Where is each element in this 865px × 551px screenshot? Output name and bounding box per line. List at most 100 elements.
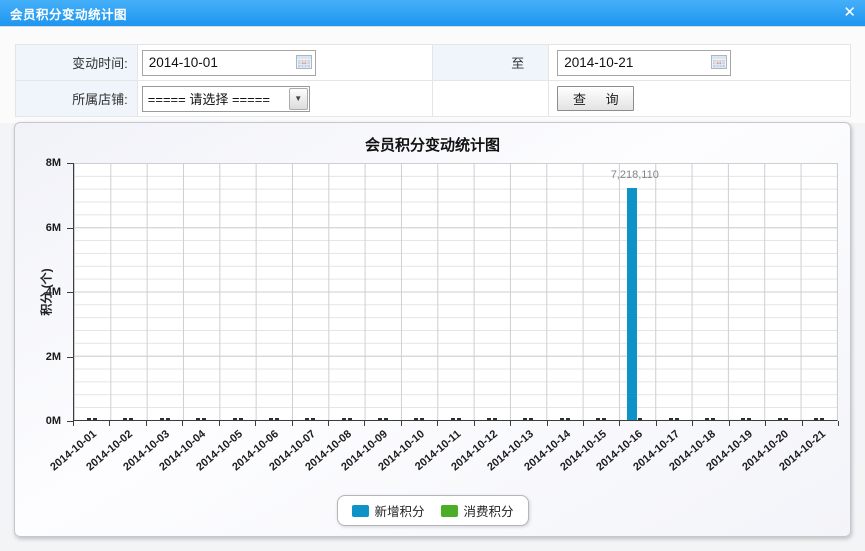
x-tick-mark <box>510 421 511 426</box>
y-tick-mark <box>67 228 73 229</box>
zero-bar-新增积分 <box>160 418 164 420</box>
date-to-value: 2014-10-21 <box>564 55 633 70</box>
zero-bar-新增积分 <box>523 418 527 420</box>
zero-bar-消费积分 <box>93 418 97 420</box>
x-tick-mark <box>619 421 620 426</box>
x-tick-mark <box>255 421 256 426</box>
zero-bar-消费积分 <box>202 418 206 420</box>
y-tick-label: 4M <box>46 286 61 298</box>
zero-bar-新增积分 <box>814 418 818 420</box>
form-row-shop: 所属店铺: ===== 请选择 ===== ▼ 查 询 <box>16 81 851 117</box>
zero-bar-新增积分 <box>451 418 455 420</box>
x-tick-mark <box>474 421 475 426</box>
zero-bar-新增积分 <box>87 418 91 420</box>
zero-bar-消费积分 <box>420 418 424 420</box>
zero-bar-消费积分 <box>602 418 606 420</box>
close-icon[interactable]: ✕ <box>843 4 856 22</box>
x-tick-mark <box>765 421 766 426</box>
calendar-icon[interactable] <box>711 55 727 72</box>
zero-bar-新增积分 <box>596 418 600 420</box>
x-tick-mark <box>692 421 693 426</box>
zero-bar-新增积分 <box>123 418 127 420</box>
chevron-down-icon[interactable]: ▼ <box>289 88 308 110</box>
x-tick-mark <box>547 421 548 426</box>
zero-bar-消费积分 <box>239 418 243 420</box>
x-tick-mark <box>729 421 730 426</box>
x-tick-mark <box>328 421 329 426</box>
calendar-icon[interactable] <box>296 55 312 72</box>
x-tick-mark <box>73 421 74 426</box>
x-tick-mark <box>219 421 220 426</box>
y-tick-mark <box>67 292 73 293</box>
zero-bar-新增积分 <box>378 418 382 420</box>
date-to-input[interactable]: 2014-10-21 <box>557 50 731 76</box>
chart-panel: 会员积分变动统计图 积分 (个) 0M2M4M6M8M 7,218,110 20… <box>14 122 851 537</box>
search-button[interactable]: 查 询 <box>557 86 634 111</box>
y-tick-mark <box>67 357 73 358</box>
zero-bar-消费积分 <box>166 418 170 420</box>
dialog-title: 会员积分变动统计图 <box>10 4 127 23</box>
zero-bar-新增积分 <box>414 418 418 420</box>
shop-label: 所属店铺: <box>16 81 138 117</box>
y-tick-mark <box>67 421 73 422</box>
zero-bar-消费积分 <box>529 418 533 420</box>
shop-select[interactable]: ===== 请选择 ===== ▼ <box>142 86 310 112</box>
x-tick-mark <box>109 421 110 426</box>
bar-value-label: 7,218,110 <box>611 169 659 181</box>
legend-label: 新增积分 <box>374 501 424 520</box>
plot-area: 7,218,110 <box>73 163 838 421</box>
zero-bar-消费积分 <box>348 418 352 420</box>
x-tick-mark <box>656 421 657 426</box>
query-form-table: 变动时间: 2014-10-01 至 <box>15 44 851 117</box>
zero-bar-消费积分 <box>566 418 570 420</box>
legend-swatch <box>441 505 458 517</box>
x-tick-mark <box>182 421 183 426</box>
zero-bar-新增积分 <box>342 418 346 420</box>
x-tick-mark <box>364 421 365 426</box>
zero-bar-新增积分 <box>778 418 782 420</box>
zero-bar-新增积分 <box>269 418 273 420</box>
to-label: 至 <box>433 45 549 81</box>
zero-bar-消费积分 <box>457 418 461 420</box>
zero-bar-消费积分 <box>275 418 279 420</box>
legend-label: 消费积分 <box>464 501 514 520</box>
shop-select-value: ===== 请选择 ===== <box>148 89 270 108</box>
zero-bar-新增积分 <box>305 418 309 420</box>
x-tick-mark <box>583 421 584 426</box>
y-axis-labels: 0M2M4M6M8M <box>15 163 69 421</box>
x-tick-mark <box>146 421 147 426</box>
chart-legend: 新增积分 消费积分 <box>336 495 528 526</box>
date-range-label: 变动时间: <box>16 45 138 81</box>
zero-bar-新增积分 <box>196 418 200 420</box>
x-tick-mark <box>401 421 402 426</box>
x-tick-mark <box>292 421 293 426</box>
y-tick-label: 0M <box>46 415 61 427</box>
zero-bar-消费积分 <box>747 418 751 420</box>
dialog-titlebar: 会员积分变动统计图 ✕ <box>0 0 865 27</box>
chart-title: 会员积分变动统计图 <box>15 134 850 155</box>
x-axis-labels: 2014-10-012014-10-022014-10-032014-10-04… <box>73 421 838 501</box>
date-from-input[interactable]: 2014-10-01 <box>142 50 316 76</box>
bar-新增积分[interactable] <box>627 188 637 420</box>
zero-bar-消费积分 <box>711 418 715 420</box>
y-tick-label: 2M <box>46 351 61 363</box>
zero-bar-新增积分 <box>233 418 237 420</box>
zero-bar-消费积分 <box>129 418 133 420</box>
date-from-value: 2014-10-01 <box>149 55 218 70</box>
y-tick-label: 8M <box>46 157 61 169</box>
y-tick-label: 6M <box>46 222 61 234</box>
zero-bar-消费积分 <box>384 418 388 420</box>
legend-item[interactable]: 消费积分 <box>441 501 514 520</box>
zero-bar-消费积分 <box>675 418 679 420</box>
x-tick-mark <box>802 421 803 426</box>
legend-item[interactable]: 新增积分 <box>351 501 424 520</box>
query-form-section: 变动时间: 2014-10-01 至 <box>0 27 865 123</box>
zero-bar-新增积分 <box>487 418 491 420</box>
zero-bar-新增积分 <box>669 418 673 420</box>
zero-bar-消费积分 <box>820 418 824 420</box>
zero-bar-新增积分 <box>560 418 564 420</box>
zero-bar-消费积分 <box>311 418 315 420</box>
zero-bar-新增积分 <box>741 418 745 420</box>
form-row-dates: 变动时间: 2014-10-01 至 <box>16 45 851 81</box>
zero-bar-新增积分 <box>705 418 709 420</box>
